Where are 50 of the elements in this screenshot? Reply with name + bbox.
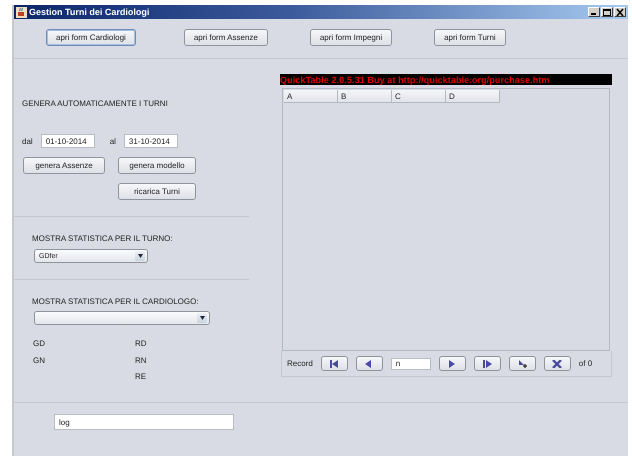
record-field[interactable]: n bbox=[390, 358, 431, 370]
column-header[interactable]: D bbox=[446, 90, 500, 103]
log-field[interactable]: log bbox=[54, 414, 234, 430]
cardiologist-dropdown[interactable] bbox=[34, 311, 210, 325]
maximize-button[interactable] bbox=[601, 7, 613, 17]
right-arrow-icon bbox=[447, 360, 458, 368]
shift-code: RN bbox=[135, 356, 148, 366]
generate-button[interactable]: ricarica Turni bbox=[118, 183, 196, 200]
cardiologist-stats-label: MOSTRA STATISTICA PER IL CARDIOLOGO: bbox=[32, 297, 200, 306]
cross-button[interactable] bbox=[544, 356, 571, 371]
dropdown-arrow-icon bbox=[200, 316, 204, 320]
cross-icon bbox=[552, 360, 562, 368]
from-label: dal bbox=[22, 136, 33, 146]
section-heading: GENERA AUTOMATICAMENTE I TURNI bbox=[22, 99, 169, 108]
shift-code: RD bbox=[135, 339, 148, 350]
minimize-icon bbox=[590, 13, 596, 15]
coffee-cup-icon bbox=[16, 6, 27, 18]
first-record-button[interactable] bbox=[320, 356, 348, 371]
date-field[interactable]: 01-10-2014 bbox=[40, 134, 95, 148]
generate-button[interactable]: genera modello bbox=[118, 157, 196, 174]
record-label: Record bbox=[287, 359, 313, 368]
column-header[interactable]: C bbox=[392, 90, 446, 103]
shift-code: GN bbox=[33, 356, 46, 366]
record-count: of 0 bbox=[578, 359, 592, 368]
shift-code: RE bbox=[135, 372, 148, 383]
left-arrow-button[interactable] bbox=[356, 356, 383, 371]
last-record-icon bbox=[482, 360, 492, 368]
column-header[interactable]: A bbox=[284, 90, 338, 103]
date-field[interactable]: 31-10-2014 bbox=[124, 134, 178, 148]
shift-code: GD bbox=[33, 339, 46, 350]
form-button[interactable]: apri form Assenze bbox=[184, 29, 268, 46]
close-icon bbox=[615, 8, 625, 16]
maximize-icon bbox=[602, 8, 612, 16]
last-record-button[interactable] bbox=[474, 356, 501, 371]
pointer-plus-button[interactable] bbox=[508, 356, 536, 371]
column-header[interactable]: B bbox=[338, 90, 392, 103]
first-record-icon bbox=[329, 360, 340, 368]
pointer-plus-icon bbox=[517, 360, 528, 368]
license-text: QuickTable 2.0.5.31 Buy at http://quicktable.org/purchase.htm bbox=[280, 74, 550, 84]
close-button[interactable] bbox=[614, 7, 626, 17]
right-arrow-button[interactable] bbox=[438, 356, 466, 371]
generate-button[interactable]: genera Assenze bbox=[23, 157, 105, 174]
form-button[interactable]: apri form Turni bbox=[434, 29, 506, 46]
shift-stats-label: MOSTRA STATISTICA PER IL TURNO: bbox=[32, 234, 174, 243]
minimize-button[interactable] bbox=[588, 7, 600, 17]
window-title: Gestion Turni dei Cardiologi bbox=[29, 7, 150, 17]
form-button[interactable]: apri form Impegni bbox=[310, 29, 392, 46]
to-label: al bbox=[110, 136, 116, 146]
dropdown-arrow-icon bbox=[138, 254, 142, 258]
form-button[interactable]: apri form Cardiologi bbox=[46, 29, 136, 46]
